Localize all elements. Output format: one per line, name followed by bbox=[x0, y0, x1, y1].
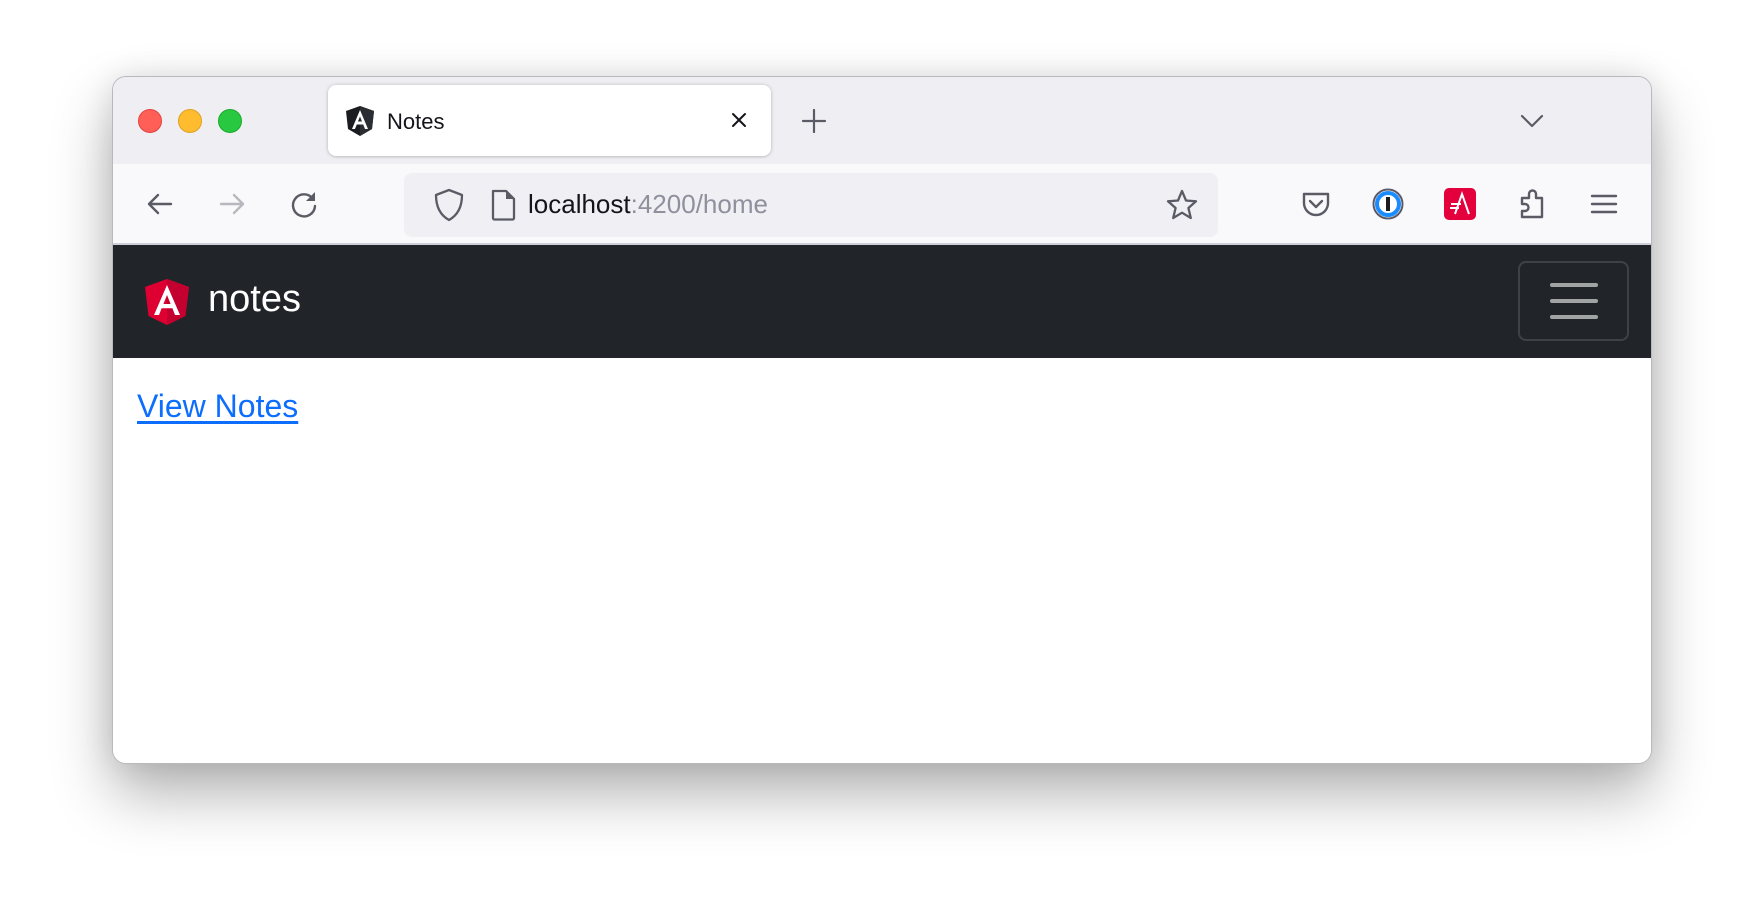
window-maximize-button[interactable] bbox=[218, 109, 242, 133]
arrow-left-icon[interactable] bbox=[143, 187, 177, 221]
window-minimize-button[interactable] bbox=[178, 109, 202, 133]
hamburger-icon-bar bbox=[1550, 315, 1598, 319]
angular-icon bbox=[346, 106, 374, 136]
url-text[interactable]: localhost:4200/home bbox=[528, 189, 768, 220]
tab-notes[interactable]: Notes bbox=[328, 85, 771, 156]
pocket-icon[interactable] bbox=[1299, 187, 1333, 221]
extensions-puzzle-icon[interactable] bbox=[1515, 187, 1549, 221]
reload-icon[interactable] bbox=[287, 187, 321, 221]
url-bar[interactable]: localhost:4200/home bbox=[404, 173, 1218, 237]
arrow-right-icon[interactable] bbox=[215, 187, 249, 221]
star-icon[interactable] bbox=[1164, 187, 1200, 223]
brand-name[interactable]: notes bbox=[208, 278, 301, 321]
browser-window: Notes localhost:4200/home notes View Not… bbox=[112, 76, 1652, 764]
chevron-down-icon[interactable] bbox=[1518, 109, 1546, 133]
view-notes-link[interactable]: View Notes bbox=[137, 388, 298, 424]
url-path: :4200/home bbox=[630, 189, 768, 219]
web-page: notes View Notes bbox=[113, 245, 1651, 763]
shield-icon[interactable] bbox=[432, 187, 466, 223]
navigation-toolbar: localhost:4200/home bbox=[113, 164, 1651, 245]
navbar-toggler-button[interactable] bbox=[1518, 261, 1629, 341]
url-host: localhost bbox=[528, 189, 631, 219]
page-content: View Notes bbox=[137, 388, 298, 425]
astro-extension-icon[interactable] bbox=[1443, 187, 1477, 221]
page-icon[interactable] bbox=[488, 187, 518, 223]
tab-title: Notes bbox=[387, 109, 445, 134]
tab-strip: Notes bbox=[113, 77, 1651, 164]
1password-icon[interactable] bbox=[1371, 187, 1405, 221]
hamburger-icon-bar bbox=[1550, 283, 1598, 287]
angular-logo[interactable] bbox=[144, 278, 190, 326]
app-menu-icon[interactable] bbox=[1587, 187, 1621, 221]
close-icon[interactable] bbox=[726, 107, 752, 133]
window-close-button[interactable] bbox=[138, 109, 162, 133]
plus-icon[interactable] bbox=[799, 106, 829, 136]
app-navbar: notes bbox=[113, 245, 1651, 358]
hamburger-icon-bar bbox=[1550, 299, 1598, 303]
